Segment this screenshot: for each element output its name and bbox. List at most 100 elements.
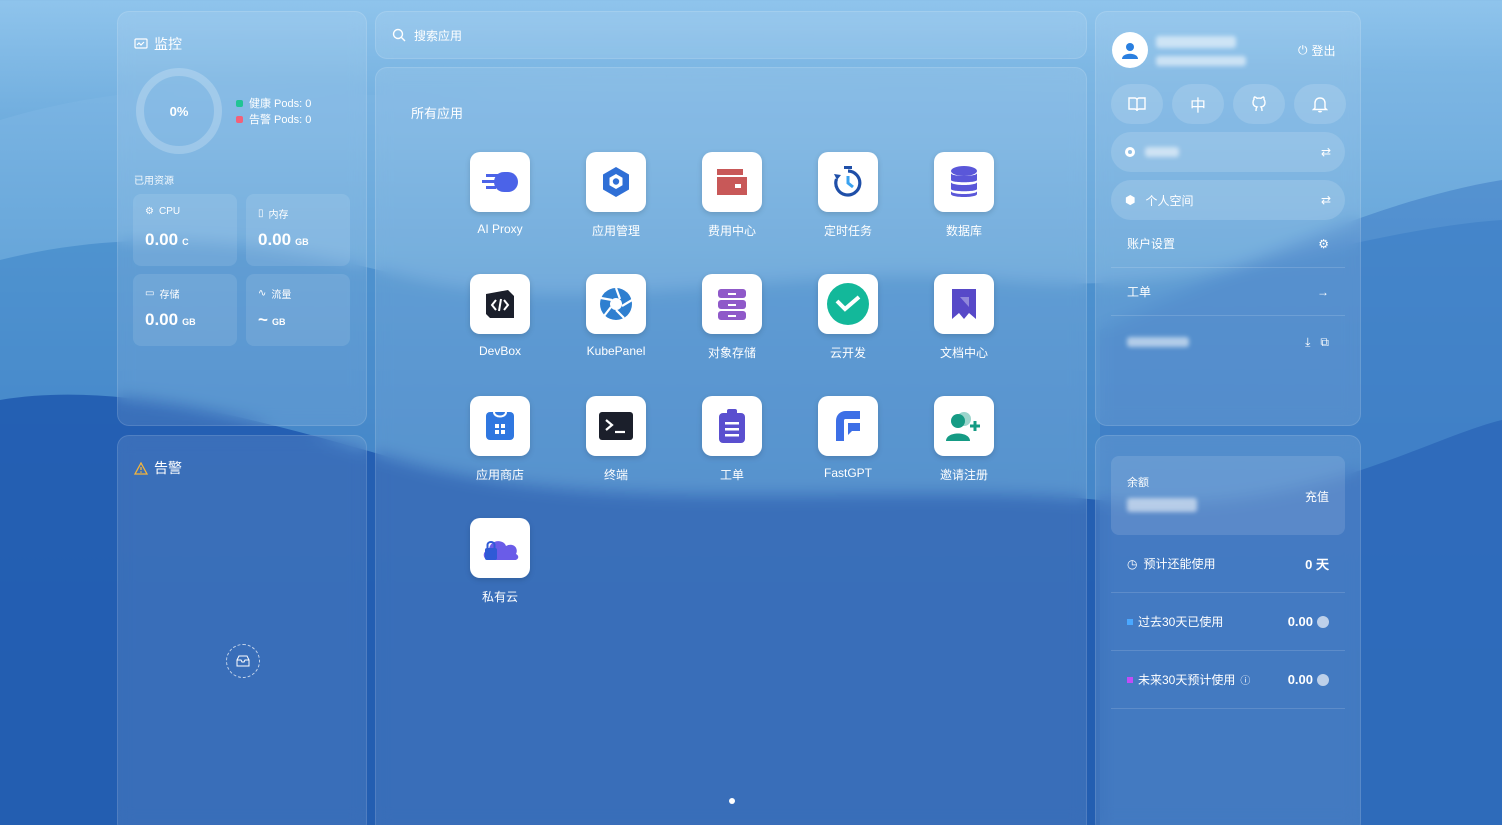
search-bar[interactable]: 搜索应用 bbox=[375, 11, 1087, 59]
docs-button[interactable] bbox=[1111, 84, 1163, 124]
book-icon bbox=[1128, 97, 1146, 112]
swap-icon: ⇄ bbox=[1320, 193, 1331, 207]
resources-label: 已用资源 bbox=[134, 176, 174, 187]
balance-card: 余额 充值 bbox=[1111, 456, 1345, 535]
clipboard-icon bbox=[702, 396, 762, 456]
user-panel: ⏻ 登出 中 ⇄ ⬢ 个人空间 ⇄ 账户设置 ⚙ 工单 → ⤓ ⧉ bbox=[1095, 11, 1361, 426]
monitor-panel: 监控 0% 健康 Pods: 0 告警 Pods: 0 已用资源 ⚙ CPU 0.… bbox=[117, 11, 367, 426]
balance-label: 余额 bbox=[1127, 477, 1149, 489]
github-button[interactable] bbox=[1233, 84, 1285, 124]
cube-icon: ⬢ bbox=[1125, 193, 1136, 207]
balance-value-redacted bbox=[1127, 498, 1197, 512]
alerts-title: 告警 bbox=[134, 458, 182, 478]
clock-icon: ◷ bbox=[1127, 556, 1138, 571]
past-usage-marker bbox=[1127, 618, 1133, 625]
app-terminal[interactable]: 终端 bbox=[566, 396, 666, 483]
account-settings-row[interactable]: 账户设置 ⚙ bbox=[1111, 220, 1345, 268]
traffic-icon: ∿ bbox=[258, 288, 267, 299]
apps-title: 所有应用 bbox=[411, 106, 464, 121]
storage-icon: ▭ bbox=[145, 288, 155, 299]
app-database[interactable]: 数据库 bbox=[914, 152, 1014, 239]
copy-icon[interactable]: ⧉ bbox=[1320, 335, 1329, 350]
coin-icon bbox=[1317, 673, 1329, 686]
terminal-icon bbox=[586, 396, 646, 456]
memory-icon: ▯ bbox=[258, 208, 264, 219]
app-store[interactable]: 应用商店 bbox=[450, 396, 550, 483]
remaining-days-row: ◷ 预计还能使用 0 天 bbox=[1111, 535, 1345, 593]
app-private-cloud[interactable]: 私有云 bbox=[450, 518, 550, 605]
cloud-dev-icon bbox=[818, 274, 878, 334]
region-name-redacted bbox=[1145, 147, 1179, 157]
apps-panel: 所有应用 AI Proxy 应用管理 费用中心 定时任务 数据库 DevBox … bbox=[375, 67, 1087, 825]
future-usage-row: 未来30天预计使用 ⓘ 0.00 bbox=[1111, 651, 1345, 709]
app-object-storage[interactable]: 对象存储 bbox=[682, 274, 782, 361]
memory-card: ▯ 内存 0.00 GB bbox=[246, 194, 350, 266]
devbox-icon bbox=[470, 274, 530, 334]
download-icon[interactable]: ⤓ bbox=[1305, 335, 1310, 350]
database-icon bbox=[934, 152, 994, 212]
app-docs[interactable]: 文档中心 bbox=[914, 274, 1014, 361]
workspace-switcher[interactable]: ⬢ 个人空间 ⇄ bbox=[1111, 180, 1345, 220]
healthy-dot bbox=[236, 99, 243, 107]
username-redacted bbox=[1156, 36, 1236, 48]
region-switcher[interactable]: ⇄ bbox=[1111, 132, 1345, 172]
recharge-button[interactable]: 充值 bbox=[1305, 488, 1329, 505]
alert-dot bbox=[236, 115, 243, 123]
help-icon[interactable]: ⓘ bbox=[1240, 672, 1250, 687]
github-icon bbox=[1252, 96, 1266, 112]
ticket-row[interactable]: 工单 → bbox=[1111, 268, 1345, 316]
aperture-icon bbox=[586, 274, 646, 334]
search-icon bbox=[392, 28, 406, 42]
app-cron[interactable]: 定时任务 bbox=[798, 152, 898, 239]
cpu-icon: ⚙ bbox=[145, 206, 154, 217]
bookmark-icon bbox=[934, 274, 994, 334]
notification-button[interactable] bbox=[1294, 84, 1346, 124]
fastgpt-icon bbox=[818, 396, 878, 456]
app-kubepanel[interactable]: KubePanel bbox=[566, 274, 666, 358]
user-icon bbox=[1122, 43, 1138, 59]
empty-state-icon bbox=[226, 644, 260, 678]
app-ai-proxy[interactable]: AI Proxy bbox=[450, 152, 550, 236]
cpu-card: ⚙ CPU 0.00 C bbox=[133, 194, 237, 266]
power-icon: ⏻ bbox=[1298, 43, 1308, 57]
app-manage-icon bbox=[586, 152, 646, 212]
ai-proxy-icon bbox=[470, 152, 530, 212]
page-indicator[interactable] bbox=[729, 798, 735, 804]
swap-icon: ⇄ bbox=[1320, 145, 1331, 159]
logout-button[interactable]: ⏻ 登出 bbox=[1298, 42, 1336, 59]
app-app-manage[interactable]: 应用管理 bbox=[566, 152, 666, 239]
app-fastgpt[interactable]: FastGPT bbox=[798, 396, 898, 480]
app-billing[interactable]: 费用中心 bbox=[682, 152, 782, 239]
monitor-title: 监控 bbox=[134, 34, 182, 54]
timer-icon bbox=[818, 152, 878, 212]
bell-icon bbox=[1312, 97, 1328, 113]
monitor-icon bbox=[134, 38, 148, 49]
gear-icon: ⚙ bbox=[1318, 236, 1329, 251]
future-usage-marker bbox=[1127, 676, 1133, 683]
pod-health-ring: 0% bbox=[136, 68, 222, 154]
region-icon bbox=[1125, 147, 1135, 157]
user-id-redacted bbox=[1156, 56, 1246, 66]
kubeconfig-row: ⤓ ⧉ bbox=[1111, 318, 1345, 366]
cabinet-icon bbox=[702, 274, 762, 334]
alerts-panel: 告警 bbox=[117, 435, 367, 825]
coin-icon bbox=[1317, 615, 1329, 628]
app-cloud-dev[interactable]: 云开发 bbox=[798, 274, 898, 361]
legend-alert: 告警 Pods: 0 bbox=[236, 111, 311, 127]
avatar[interactable] bbox=[1112, 32, 1148, 68]
kubeconfig-redacted bbox=[1127, 337, 1189, 347]
app-invite[interactable]: 邀请注册 bbox=[914, 396, 1014, 483]
language-button[interactable]: 中 bbox=[1172, 84, 1224, 124]
arrow-right-icon: → bbox=[1317, 284, 1329, 299]
legend-healthy: 健康 Pods: 0 bbox=[236, 95, 311, 111]
storage-card: ▭ 存储 0.00 GB bbox=[133, 274, 237, 346]
app-ticket[interactable]: 工单 bbox=[682, 396, 782, 483]
invite-user-icon bbox=[934, 396, 994, 456]
traffic-card: ∿ 流量 ~ GB bbox=[246, 274, 350, 346]
past-usage-row: 过去30天已使用 0.00 bbox=[1111, 593, 1345, 651]
app-devbox[interactable]: DevBox bbox=[450, 274, 550, 358]
private-cloud-icon bbox=[470, 518, 530, 578]
billing-panel: 余额 充值 ◷ 预计还能使用 0 天 过去30天已使用 0.00 未来30天预计… bbox=[1095, 435, 1361, 825]
store-bag-icon bbox=[470, 396, 530, 456]
search-input[interactable]: 搜索应用 bbox=[414, 27, 462, 44]
